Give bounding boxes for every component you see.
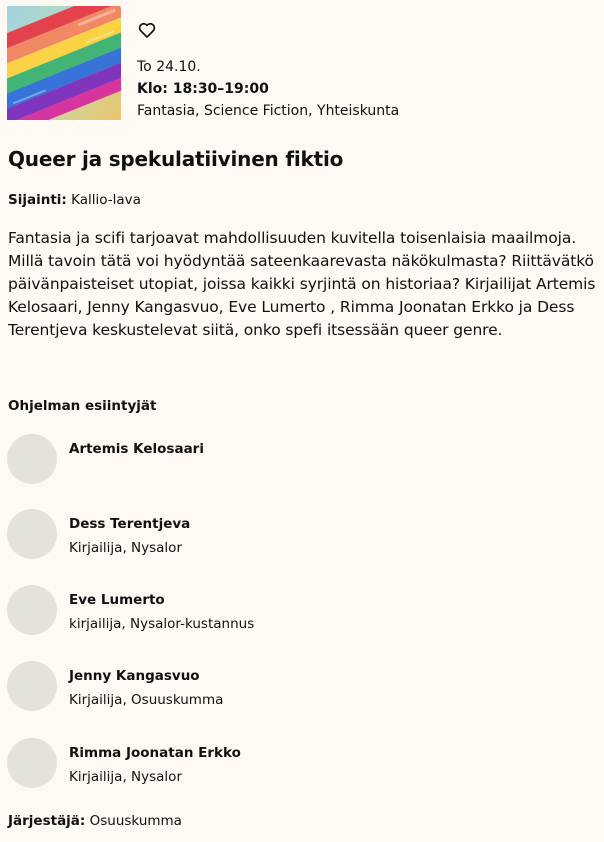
avatar bbox=[7, 434, 57, 484]
performer-item[interactable]: Eve Lumerto kirjailija, Nysalor-kustannu… bbox=[0, 585, 604, 637]
avatar bbox=[7, 509, 57, 559]
event-categories: Fantasia, Science Fiction, Yhteiskunta bbox=[137, 103, 400, 119]
event-image bbox=[7, 6, 121, 120]
performer-name: Eve Lumerto bbox=[69, 592, 165, 608]
event-date: To 24.10. bbox=[137, 59, 201, 75]
performer-name: Jenny Kangasvuo bbox=[69, 668, 200, 684]
performer-item[interactable]: Dess Terentjeva Kirjailija, Nysalor bbox=[0, 509, 604, 561]
event-meta: To 24.10. Klo: 18:30–19:00 Fantasia, Sci… bbox=[137, 56, 399, 122]
performers-heading: Ohjelman esiintyjät bbox=[8, 398, 157, 414]
performer-item[interactable]: Artemis Kelosaari bbox=[0, 434, 604, 486]
organizer-value: Osuuskumma bbox=[89, 813, 182, 829]
location-value: Kallio-lava bbox=[71, 192, 141, 208]
favorite-button[interactable] bbox=[137, 20, 157, 40]
performer-name: Rimma Joonatan Erkko bbox=[69, 745, 241, 761]
performer-name: Dess Terentjeva bbox=[69, 516, 191, 532]
performer-role: Kirjailija, Osuuskumma bbox=[69, 692, 224, 708]
performer-item[interactable]: Rimma Joonatan Erkko Kirjailija, Nysalor bbox=[0, 738, 604, 790]
event-description: Fantasia ja scifi tarjoavat mahdollisuud… bbox=[8, 229, 596, 339]
avatar bbox=[7, 661, 57, 711]
organizer-label: Järjestäjä: bbox=[8, 813, 86, 829]
performer-name: Artemis Kelosaari bbox=[69, 441, 204, 457]
location-label: Sijainti: bbox=[8, 192, 67, 208]
event-title: Queer ja spekulatiivinen fiktio bbox=[8, 147, 344, 171]
performer-role: kirjailija, Nysalor-kustannus bbox=[69, 616, 255, 632]
performer-role: Kirjailija, Nysalor bbox=[69, 769, 182, 785]
event-organizer: Järjestäjä: Osuuskumma bbox=[8, 812, 182, 830]
event-location: Sijainti: Kallio-lava bbox=[8, 191, 141, 209]
avatar bbox=[7, 738, 57, 788]
heart-outline-icon bbox=[138, 22, 156, 38]
avatar bbox=[7, 585, 57, 635]
performer-role: Kirjailija, Nysalor bbox=[69, 540, 182, 556]
event-time: Klo: 18:30–19:00 bbox=[137, 81, 269, 97]
performer-item[interactable]: Jenny Kangasvuo Kirjailija, Osuuskumma bbox=[0, 661, 604, 713]
